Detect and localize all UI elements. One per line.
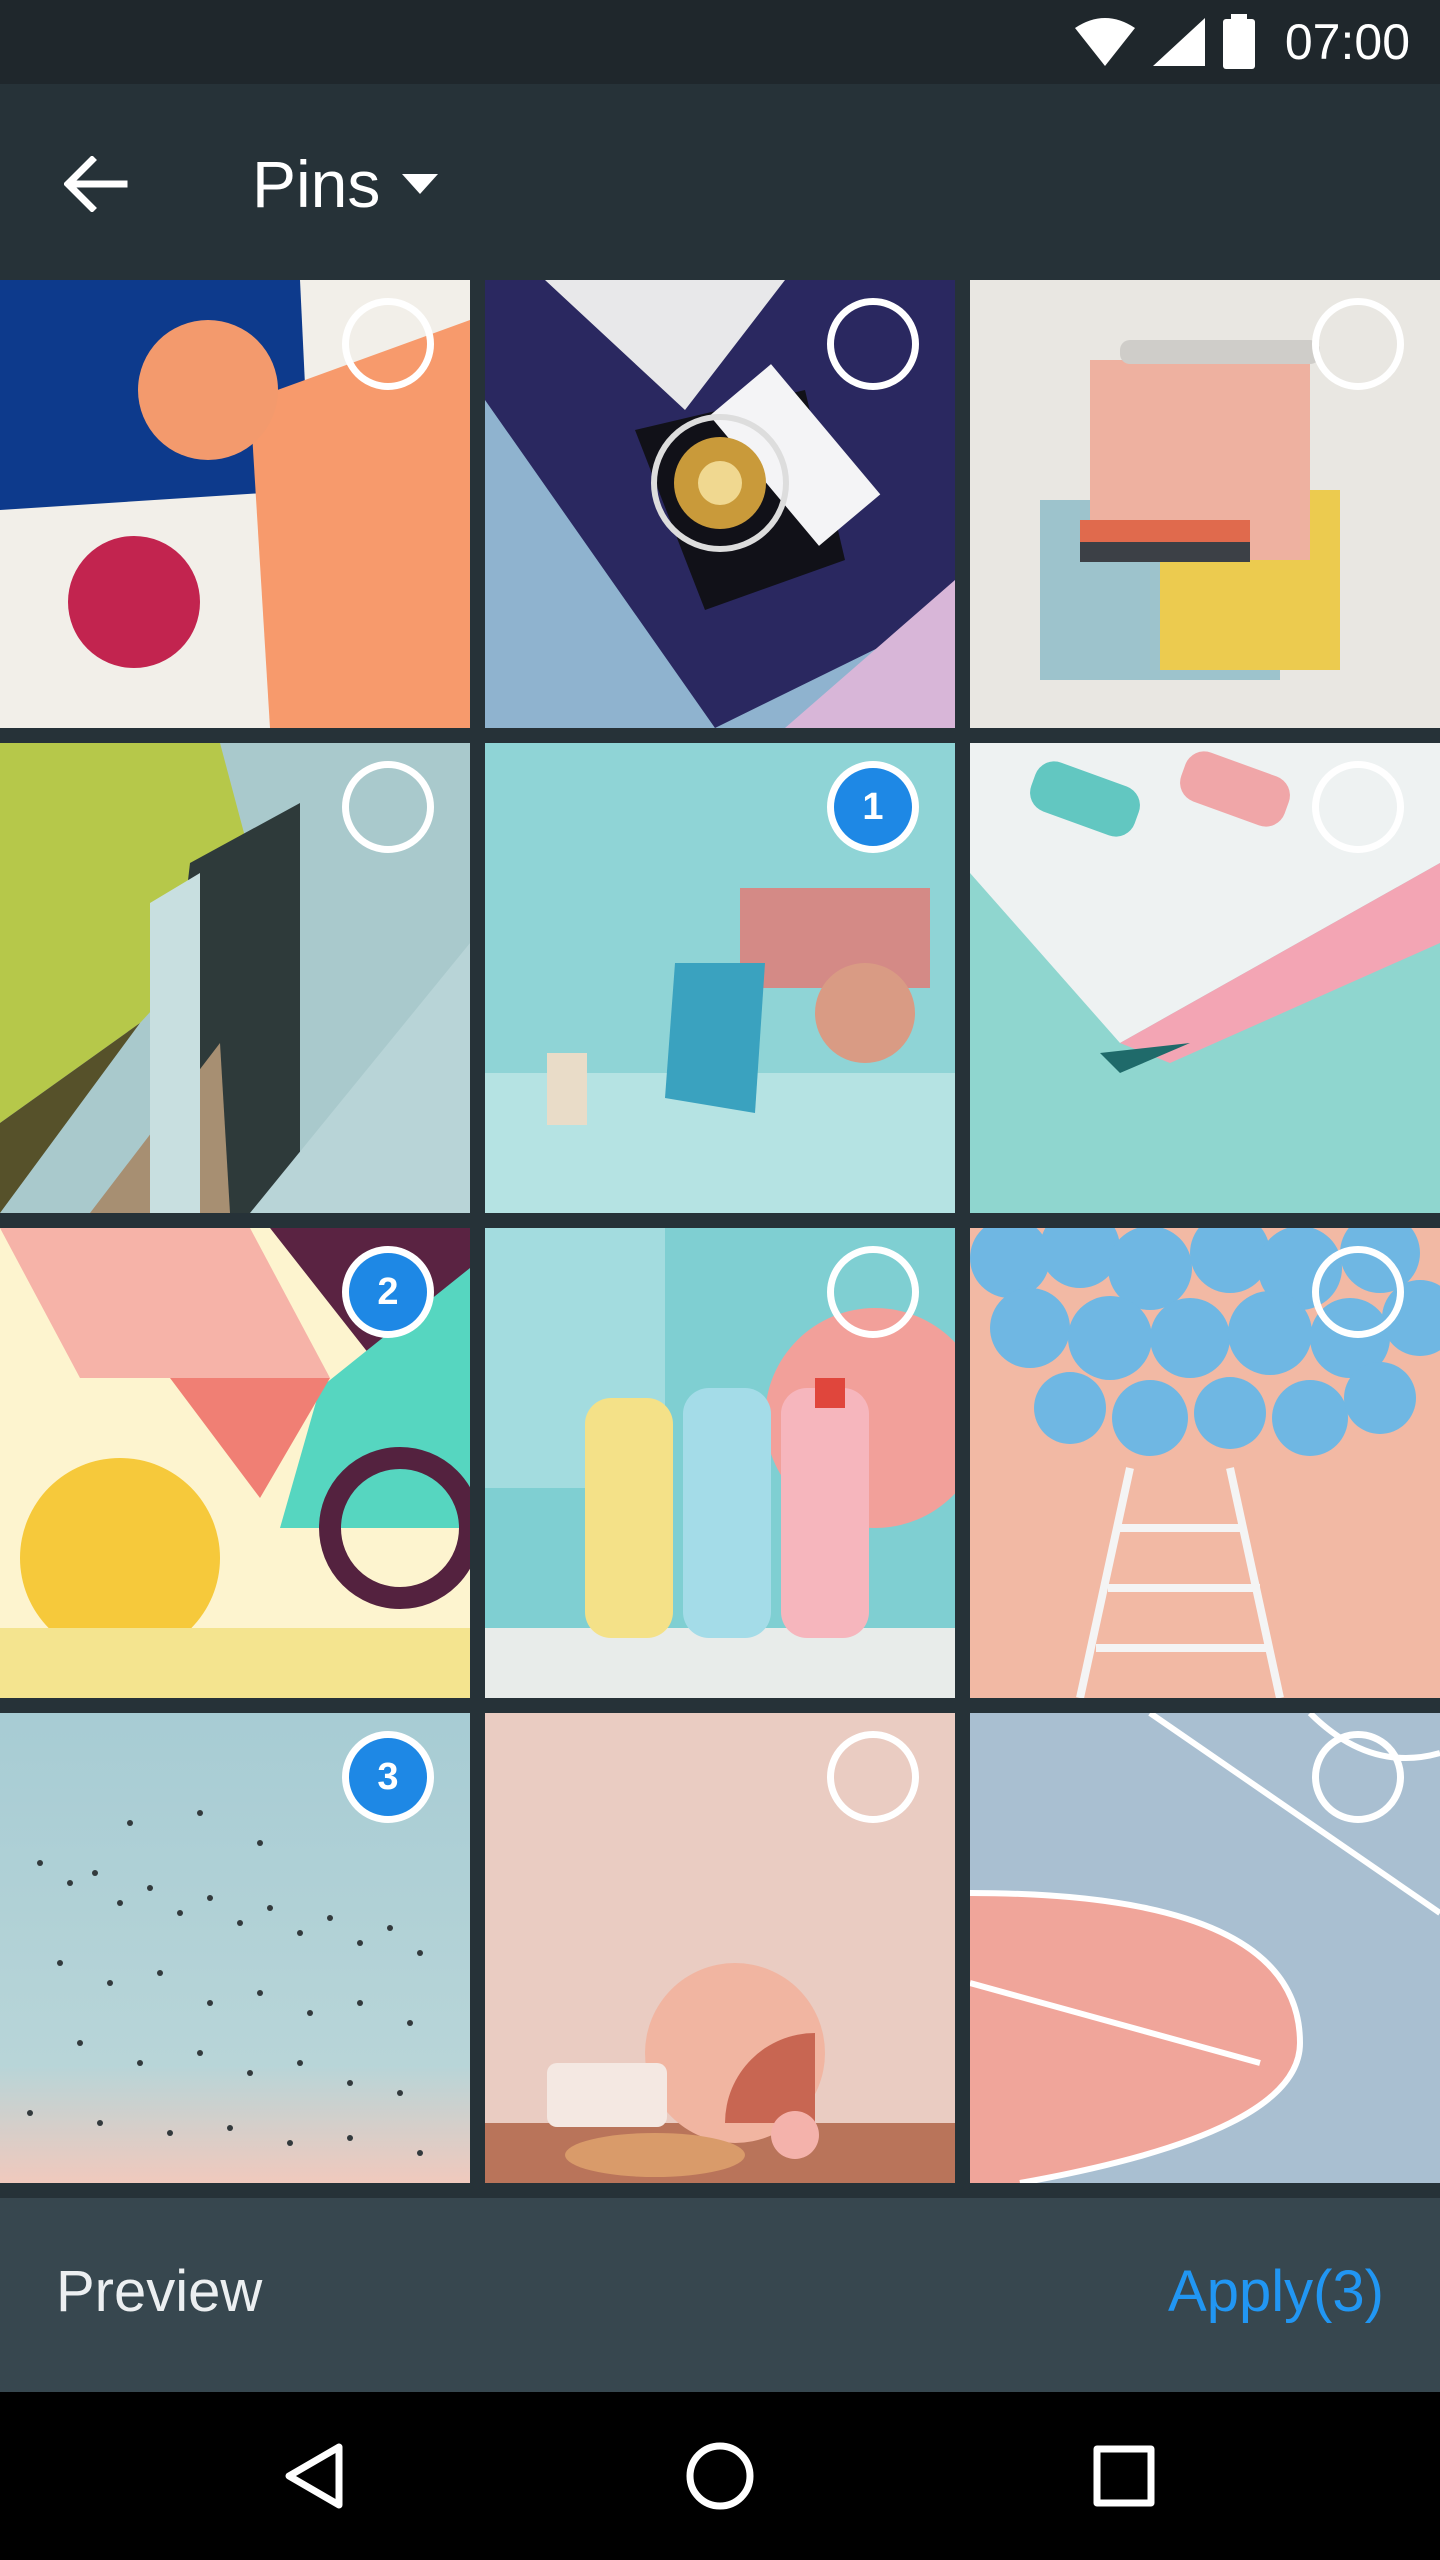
photo-tile[interactable] bbox=[485, 1713, 955, 2183]
photo-tile[interactable] bbox=[0, 280, 470, 728]
selection-order: 3 bbox=[377, 1755, 399, 1798]
select-circle[interactable] bbox=[1312, 1731, 1404, 1823]
wifi-icon bbox=[1074, 18, 1135, 66]
action-bar: Preview Apply(3) bbox=[0, 2198, 1440, 2392]
back-triangle-icon bbox=[285, 2443, 343, 2509]
photo-tile[interactable] bbox=[970, 280, 1440, 728]
select-circle[interactable] bbox=[342, 298, 434, 390]
status-time: 07:00 bbox=[1284, 14, 1410, 70]
nav-recents-button[interactable] bbox=[1078, 2430, 1170, 2522]
nav-home-button[interactable] bbox=[674, 2430, 766, 2522]
select-circle[interactable]: 3 bbox=[342, 1731, 434, 1823]
photo-tile[interactable] bbox=[485, 1228, 955, 1698]
nav-back-button[interactable] bbox=[270, 2430, 362, 2522]
select-circle[interactable] bbox=[827, 298, 919, 390]
select-circle[interactable]: 1 bbox=[827, 761, 919, 853]
photo-tile[interactable] bbox=[485, 280, 955, 728]
status-bar: 07:00 bbox=[0, 0, 1440, 84]
select-circle[interactable] bbox=[1312, 298, 1404, 390]
photo-tile[interactable] bbox=[970, 743, 1440, 1213]
arrow-back-icon bbox=[64, 156, 128, 212]
select-circle[interactable]: 2 bbox=[342, 1246, 434, 1338]
caret-down-icon bbox=[402, 174, 439, 194]
preview-button[interactable]: Preview bbox=[56, 2258, 262, 2325]
select-circle[interactable] bbox=[1312, 1246, 1404, 1338]
photo-tile[interactable]: 3 bbox=[0, 1713, 470, 2183]
album-title: Pins bbox=[252, 147, 381, 221]
back-button[interactable] bbox=[56, 144, 136, 224]
recents-square-icon bbox=[1093, 2445, 1155, 2507]
select-circle[interactable] bbox=[1312, 761, 1404, 853]
app-bar: Pins bbox=[0, 84, 1440, 280]
select-circle[interactable] bbox=[827, 1731, 919, 1823]
album-dropdown[interactable]: Pins bbox=[252, 142, 439, 226]
battery-icon bbox=[1222, 14, 1255, 69]
photo-tile[interactable]: 1 bbox=[485, 743, 955, 1213]
navigation-bar bbox=[0, 2392, 1440, 2560]
select-circle[interactable] bbox=[342, 761, 434, 853]
signal-icon bbox=[1152, 18, 1205, 66]
apply-button[interactable]: Apply(3) bbox=[1168, 2258, 1384, 2325]
select-circle[interactable] bbox=[827, 1246, 919, 1338]
home-circle-icon bbox=[686, 2442, 754, 2510]
photo-tile[interactable] bbox=[0, 743, 470, 1213]
selection-order: 1 bbox=[862, 785, 884, 828]
photo-tile[interactable] bbox=[970, 1228, 1440, 1698]
photo-grid: 1 2 3 bbox=[0, 280, 1440, 2190]
photo-tile[interactable]: 2 bbox=[0, 1228, 470, 1698]
selection-order: 2 bbox=[377, 1270, 399, 1313]
photo-tile[interactable] bbox=[970, 1713, 1440, 2183]
status-icons: 07:00 bbox=[1073, 12, 1410, 72]
